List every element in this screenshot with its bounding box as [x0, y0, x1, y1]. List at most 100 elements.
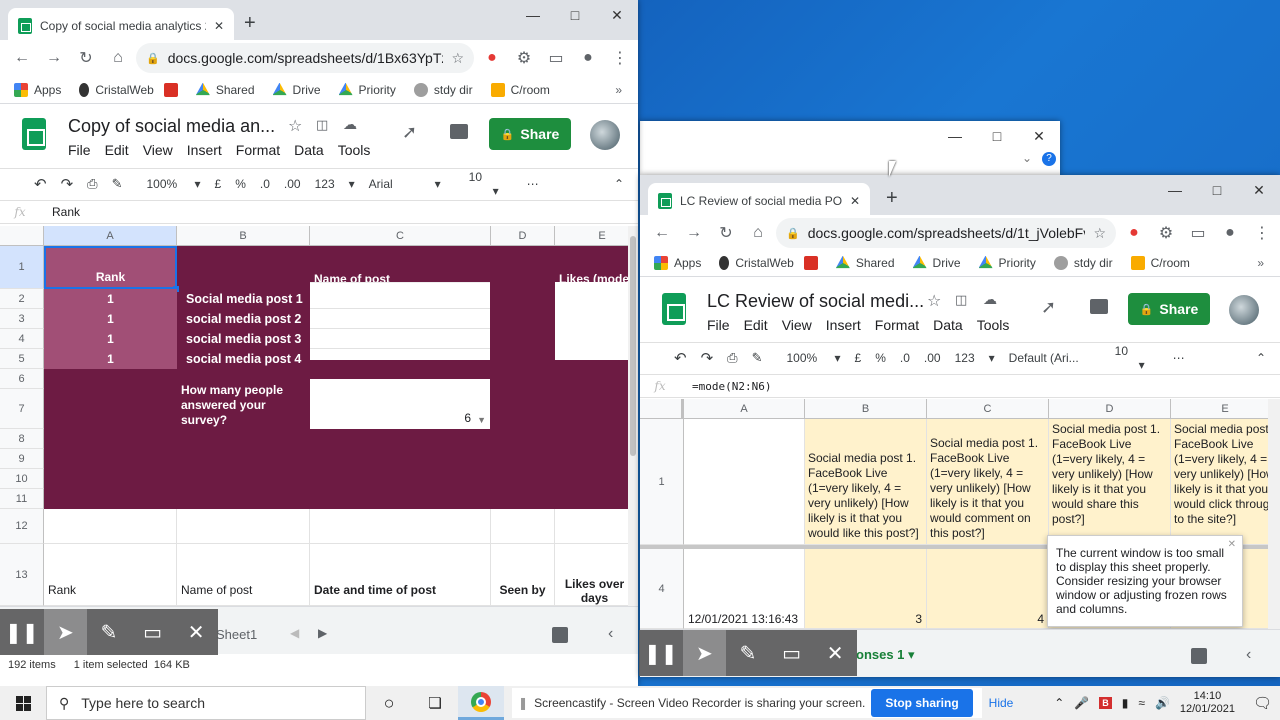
share-button[interactable]: 🔒 Share [489, 118, 571, 150]
browser-tab[interactable]: Copy of social media analytics 20 ✕ [8, 8, 234, 44]
font-select[interactable]: Default (Ari... [1009, 351, 1101, 365]
grid-cell[interactable] [310, 509, 491, 544]
cell-b7-question[interactable]: How many people answered your survey? [177, 379, 310, 431]
pause-icon[interactable]: ❚❚ [639, 630, 683, 676]
menu-data[interactable]: Data [294, 142, 324, 158]
formula-input[interactable]: =mode(N2:N6) [680, 380, 771, 393]
increase-decimal-button[interactable]: .00 [924, 351, 941, 365]
row-header-6[interactable]: 6 [0, 369, 44, 389]
close-icon[interactable]: ✕ [1018, 121, 1060, 151]
column-header-d[interactable]: D [1049, 399, 1171, 419]
cell-c1-header[interactable]: Social media post 1. FaceBook Live (1=ve… [927, 419, 1049, 545]
cell-c7-dropdown[interactable]: 6 ▼ [310, 379, 490, 429]
row-header-11[interactable]: 11 [0, 489, 44, 509]
volume-icon[interactable]: 🔊 [1155, 696, 1170, 710]
menu-file[interactable]: File [68, 142, 91, 158]
chevron-down-icon[interactable]: ⌄ [1022, 151, 1032, 165]
row-header-4[interactable]: 4 [640, 549, 684, 629]
scrollbar-thumb[interactable] [630, 236, 636, 456]
doc-title[interactable]: LC Review of social medi... [707, 291, 924, 312]
bookmark-stdy-dir[interactable]: stdy dir [1053, 255, 1113, 270]
percent-button[interactable]: % [875, 351, 886, 365]
move-icon[interactable]: ◫ [316, 117, 328, 133]
drag-handle-icon[interactable]: ❚ [518, 696, 528, 710]
tab-close-icon[interactable]: ✕ [850, 194, 860, 208]
redo-icon[interactable]: ↷ [701, 349, 714, 367]
print-icon[interactable]: ⎙ [87, 176, 97, 192]
back-icon[interactable]: ← [648, 219, 676, 247]
more-bookmarks-icon[interactable]: » [1257, 256, 1264, 270]
home-icon[interactable]: ⌂ [744, 219, 772, 247]
profile-icon[interactable]: ● [1216, 219, 1244, 247]
battery-icon[interactable]: ▮ [1122, 696, 1129, 710]
close-icon[interactable]: ✕ [174, 609, 218, 655]
stop-sharing-button[interactable]: Stop sharing [871, 689, 973, 717]
explore-icon[interactable]: ➚ [402, 122, 417, 143]
bookmark-apps[interactable]: Apps [654, 255, 701, 270]
grid-cell[interactable] [491, 509, 555, 544]
bookmark-shared[interactable]: Shared [195, 82, 255, 97]
cortana-icon[interactable]: ○ [366, 693, 412, 714]
row-header-1[interactable]: 1 [0, 246, 44, 289]
currency-button[interactable]: £ [215, 177, 222, 191]
format-select[interactable]: 123 ▾ [955, 351, 995, 365]
row-header-2[interactable]: 2 [0, 289, 44, 309]
clock[interactable]: 14:10 12/01/2021 [1180, 690, 1235, 716]
format-select[interactable]: 123 ▾ [315, 177, 355, 191]
cell-b4[interactable]: 3 [805, 549, 927, 629]
doc-title[interactable]: Copy of social media an... [68, 116, 275, 137]
row-header-10[interactable]: 10 [0, 469, 44, 489]
cell-post-name[interactable]: social media post 3 [182, 329, 310, 349]
cell-b1-header[interactable]: Social media post 1. FaceBook Live (1=ve… [805, 419, 927, 545]
home-icon[interactable]: ⌂ [104, 44, 132, 72]
microphone-icon[interactable]: 🎤 [1074, 696, 1089, 710]
row-header-3[interactable]: 3 [0, 309, 44, 329]
cell-rank[interactable]: 1 [44, 289, 177, 309]
comment-icon[interactable] [450, 124, 468, 139]
omnibox[interactable]: 🔒 docs.google.com/spreadsheets/d/1Bx63Yp… [136, 43, 474, 73]
zoom-select[interactable]: 100% ▾ [786, 351, 840, 365]
column-header-d[interactable]: D [491, 226, 555, 246]
increase-decimal-button[interactable]: .00 [284, 177, 301, 191]
help-icon[interactable]: ? [1042, 152, 1056, 166]
column-header-a[interactable]: A [44, 226, 177, 246]
cursor-icon[interactable]: ➤ [43, 609, 88, 655]
row-header-5[interactable]: 5 [0, 349, 44, 369]
grid-cell[interactable] [555, 509, 628, 544]
minimize-icon[interactable]: — [512, 0, 554, 30]
bookmark-drive[interactable]: Drive [272, 82, 321, 97]
omnibox[interactable]: 🔒 docs.google.com/spreadsheets/d/1t_jVol… [776, 218, 1116, 248]
eraser-icon[interactable]: ▭ [131, 609, 175, 655]
decrease-decimal-button[interactable]: .0 [900, 351, 910, 365]
forward-icon[interactable]: → [40, 44, 68, 72]
task-view-icon[interactable]: ❏ [412, 694, 458, 712]
antivirus-icon[interactable]: B [1099, 697, 1112, 709]
zoom-select[interactable]: 100% ▾ [146, 177, 200, 191]
column-header-e[interactable]: E [555, 226, 628, 246]
row-header-8[interactable]: 8 [0, 429, 44, 449]
close-icon[interactable]: ✕ [813, 630, 857, 676]
cell-b13[interactable]: Name of post [177, 544, 310, 606]
bookmark-shared[interactable]: Shared [835, 255, 895, 270]
menu-format[interactable]: Format [875, 317, 919, 333]
move-icon[interactable]: ◫ [955, 292, 967, 308]
row-header-12[interactable]: 12 [0, 509, 44, 544]
maximize-icon[interactable]: □ [1196, 175, 1238, 205]
share-button[interactable]: 🔒 Share [1128, 293, 1210, 325]
paint-format-icon[interactable]: ✎ [752, 350, 763, 366]
new-tab-icon[interactable]: + [244, 12, 256, 35]
corner-cell[interactable] [0, 226, 44, 246]
menu-view[interactable]: View [143, 142, 173, 158]
star-icon[interactable]: ☆ [1093, 225, 1106, 242]
formula-input[interactable]: Rank [40, 205, 80, 219]
star-icon[interactable]: ☆ [288, 116, 302, 136]
menu-file[interactable]: File [707, 317, 730, 333]
cloud-icon[interactable]: ☁ [343, 116, 357, 133]
paint-format-icon[interactable]: ✎ [112, 176, 123, 192]
dropdown-arrow-icon[interactable]: ▼ [477, 415, 486, 425]
minimize-icon[interactable]: — [934, 121, 976, 151]
menu-icon[interactable]: ⋮ [606, 44, 634, 72]
maximize-icon[interactable]: □ [976, 121, 1018, 151]
close-icon[interactable]: ✕ [596, 0, 638, 30]
menu-tools[interactable]: Tools [338, 142, 371, 158]
